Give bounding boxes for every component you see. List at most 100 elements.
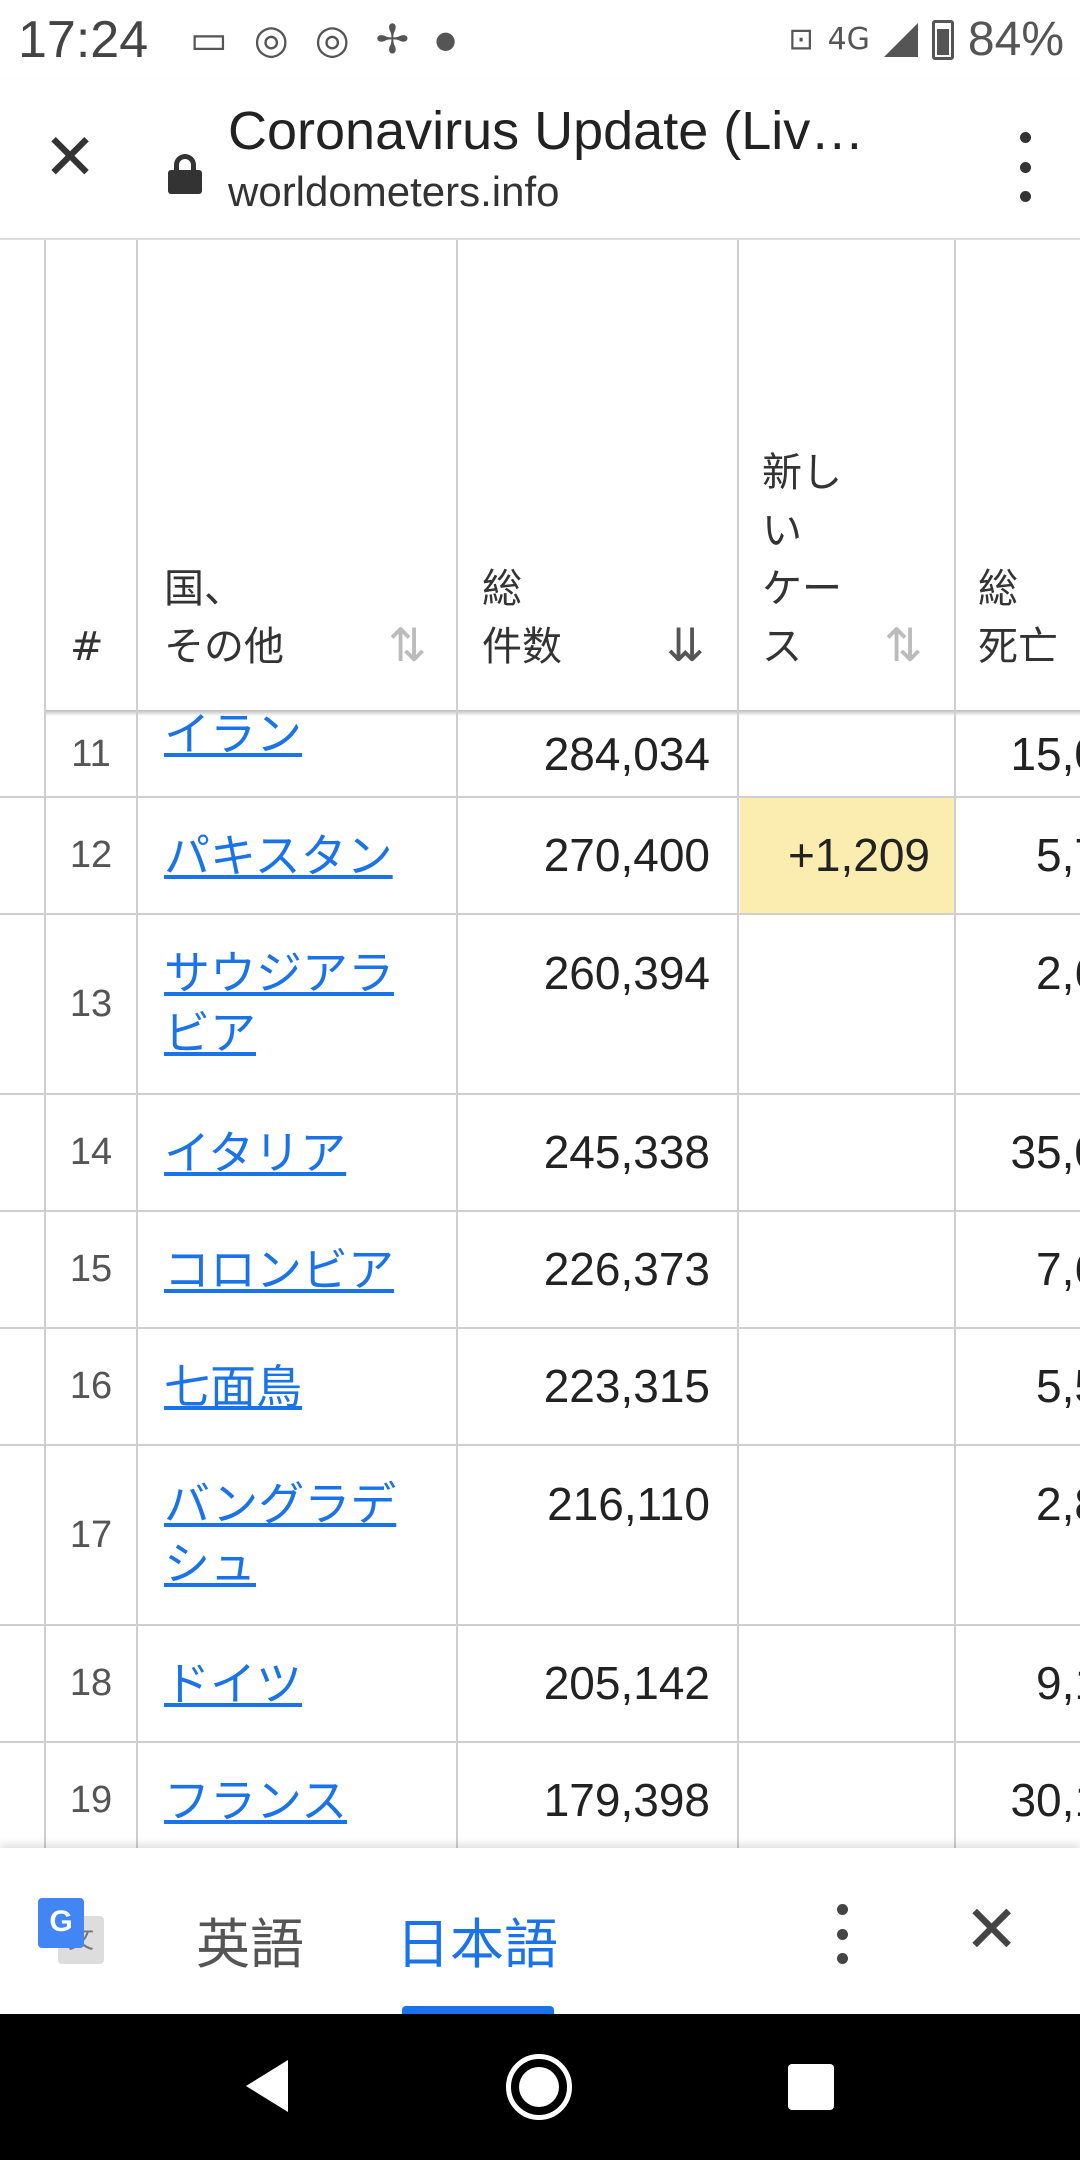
column-divider — [954, 240, 956, 1848]
recent-apps-icon[interactable] — [788, 2064, 834, 2110]
close-translate-icon[interactable]: ✕ — [964, 1890, 1019, 1970]
table-row: 18 ドイツ 205,142 9,1 — [0, 1626, 1080, 1743]
country-line: サウジアラ — [164, 946, 394, 1000]
total-deaths-cell: 7,6 — [1036, 1243, 1080, 1295]
country-line: ビア — [164, 1006, 256, 1060]
rank-cell: 16 — [69, 1365, 113, 1407]
country-link[interactable]: 七面鳥 — [164, 1357, 444, 1417]
new-cases-cell — [740, 710, 954, 796]
header-line: 総 — [978, 566, 1018, 612]
rank-cell: 11 — [71, 733, 111, 775]
new-cases-cell: +1,209 — [740, 798, 954, 913]
country-link[interactable]: ドイツ — [164, 1654, 444, 1714]
sort-icon[interactable]: ⇅ — [884, 618, 923, 672]
total-cases-cell: 216,110 — [547, 1478, 710, 1530]
tab-source-language[interactable]: 英語 — [196, 1900, 304, 1979]
header-line: その他 — [164, 624, 284, 670]
table-row: 11 イラン 284,034 15,0 — [0, 707, 1080, 798]
covid-table: 11 イラン 284,034 15,0 12 パキスタン 270,400 +1,… — [0, 240, 1080, 1848]
header-line: 国、 — [164, 566, 244, 612]
country-header[interactable]: 国、 その他 — [164, 560, 284, 676]
status-right: ⊡ 4G 84% — [788, 12, 1064, 67]
rank-cell: 19 — [69, 1779, 113, 1821]
country-link[interactable]: イタリア — [164, 1123, 444, 1183]
total-cases-cell: 260,394 — [543, 947, 710, 999]
signal-icon — [883, 22, 918, 57]
rank-cell: 17 — [69, 1514, 113, 1556]
google-translate-icon: 文 G — [38, 1898, 104, 1964]
total-cases-cell: 226,373 — [543, 1243, 710, 1295]
status-time: 17:24 — [18, 11, 149, 69]
total-deaths-cell: 5,5 — [1036, 1360, 1080, 1412]
country-link[interactable]: コロンビア — [164, 1240, 444, 1300]
rank-cell: 15 — [69, 1248, 113, 1290]
table-row: 13 サウジアラ ビア 260,394 2,6 — [0, 915, 1080, 1095]
header-line: ス — [762, 624, 802, 670]
total-cases-cell: 284,034 — [543, 728, 710, 780]
total-cases-cell: 205,142 — [543, 1657, 710, 1709]
column-divider — [456, 240, 458, 1848]
sort-icon[interactable]: ⇅ — [388, 618, 427, 672]
country-link[interactable]: サウジアラ ビア — [164, 943, 444, 1063]
total-deaths-cell: 35,0 — [1010, 1126, 1080, 1178]
tab-target-language[interactable]: 日本語 — [396, 1900, 558, 1979]
total-cases-header[interactable]: 総 件数 — [482, 560, 562, 676]
header-line: ケー — [762, 566, 842, 612]
network-type: 4G — [827, 22, 870, 57]
total-deaths-cell: 15,0 — [1010, 728, 1080, 780]
total-cases-cell: 245,338 — [543, 1126, 710, 1178]
dot-icon: ● — [435, 26, 457, 54]
total-cases-cell: 270,400 — [543, 829, 710, 881]
chrome-icon: ◎ — [314, 17, 350, 63]
translate-bar: 文 G 英語 日本語 ✕ — [0, 1848, 1080, 2014]
column-divider — [136, 240, 138, 1848]
close-icon[interactable]: ✕ — [38, 126, 102, 192]
table-row: 14 イタリア 245,338 35,0 — [0, 1095, 1080, 1212]
home-icon[interactable] — [506, 2054, 572, 2120]
rank-cell: 12 — [69, 834, 113, 876]
selected-tab-indicator — [402, 2006, 554, 2014]
lock-icon[interactable] — [168, 154, 202, 194]
status-bar: 17:24 ▭ ◎ ◎ ✢ ● ⊡ 4G 84% — [0, 0, 1080, 80]
total-deaths-cell: 5,7 — [1036, 829, 1080, 881]
browser-toolbar: ✕ Coronavirus Update (Liv… worldometers.… — [0, 80, 1080, 240]
translate-options-icon[interactable] — [832, 1904, 852, 1964]
fan-icon: ✢ — [375, 17, 410, 63]
page-title: Coronavirus Update (Liv… — [228, 101, 865, 161]
rank-cell: 18 — [69, 1662, 113, 1704]
rank-header[interactable]: # — [70, 618, 104, 676]
table-row: 19 フランス 179,398 30,1 — [0, 1743, 1080, 1848]
battery-percent: 84% — [967, 13, 1064, 66]
header-line: い — [762, 508, 802, 554]
header-line: 件数 — [482, 624, 562, 670]
sort-descending-icon[interactable]: ⇊ — [666, 618, 705, 672]
navigation-bar — [0, 2014, 1080, 2160]
nfc-icon: ⊡ — [788, 22, 814, 57]
total-deaths-cell: 30,1 — [1010, 1774, 1080, 1826]
rank-cell: 14 — [69, 1131, 113, 1173]
chrome-icon: ◎ — [253, 17, 289, 63]
more-options-icon[interactable] — [1010, 132, 1040, 202]
table-row: 12 パキスタン 270,400 +1,209 5,7 — [0, 798, 1080, 915]
country-link[interactable]: バングラデ シュ — [164, 1474, 444, 1594]
header-line: 総 — [482, 566, 522, 612]
header-line: 死亡 — [978, 624, 1058, 670]
column-divider — [44, 240, 46, 1848]
total-deaths-cell: 2,6 — [1036, 947, 1080, 999]
back-icon[interactable] — [246, 2060, 288, 2112]
total-cases-cell: 179,398 — [543, 1774, 710, 1826]
table-header: # 国、 その他 ⇅ 総 件数 ⇊ 新し い ケー ス ⇅ 総 死亡 — [0, 240, 1080, 716]
total-deaths-header[interactable]: 総 死亡 — [978, 560, 1058, 676]
country-link[interactable]: パキスタン — [164, 826, 444, 886]
table-row: 15 コロンビア 226,373 7,6 — [0, 1212, 1080, 1329]
battery-icon — [931, 19, 954, 60]
country-link[interactable]: フランス — [164, 1771, 444, 1831]
notification-icons: ▭ ◎ ◎ ✢ ● — [190, 18, 456, 62]
new-cases-header[interactable]: 新し い ケー ス — [762, 444, 842, 676]
page-url: worldometers.info — [228, 168, 560, 215]
country-line: シュ — [164, 1537, 256, 1591]
header-line: 新し — [762, 450, 842, 496]
total-deaths-cell: 9,1 — [1036, 1657, 1080, 1709]
table-row: 17 バングラデ シュ 216,110 2,8 — [0, 1446, 1080, 1626]
column-divider — [737, 240, 739, 1848]
